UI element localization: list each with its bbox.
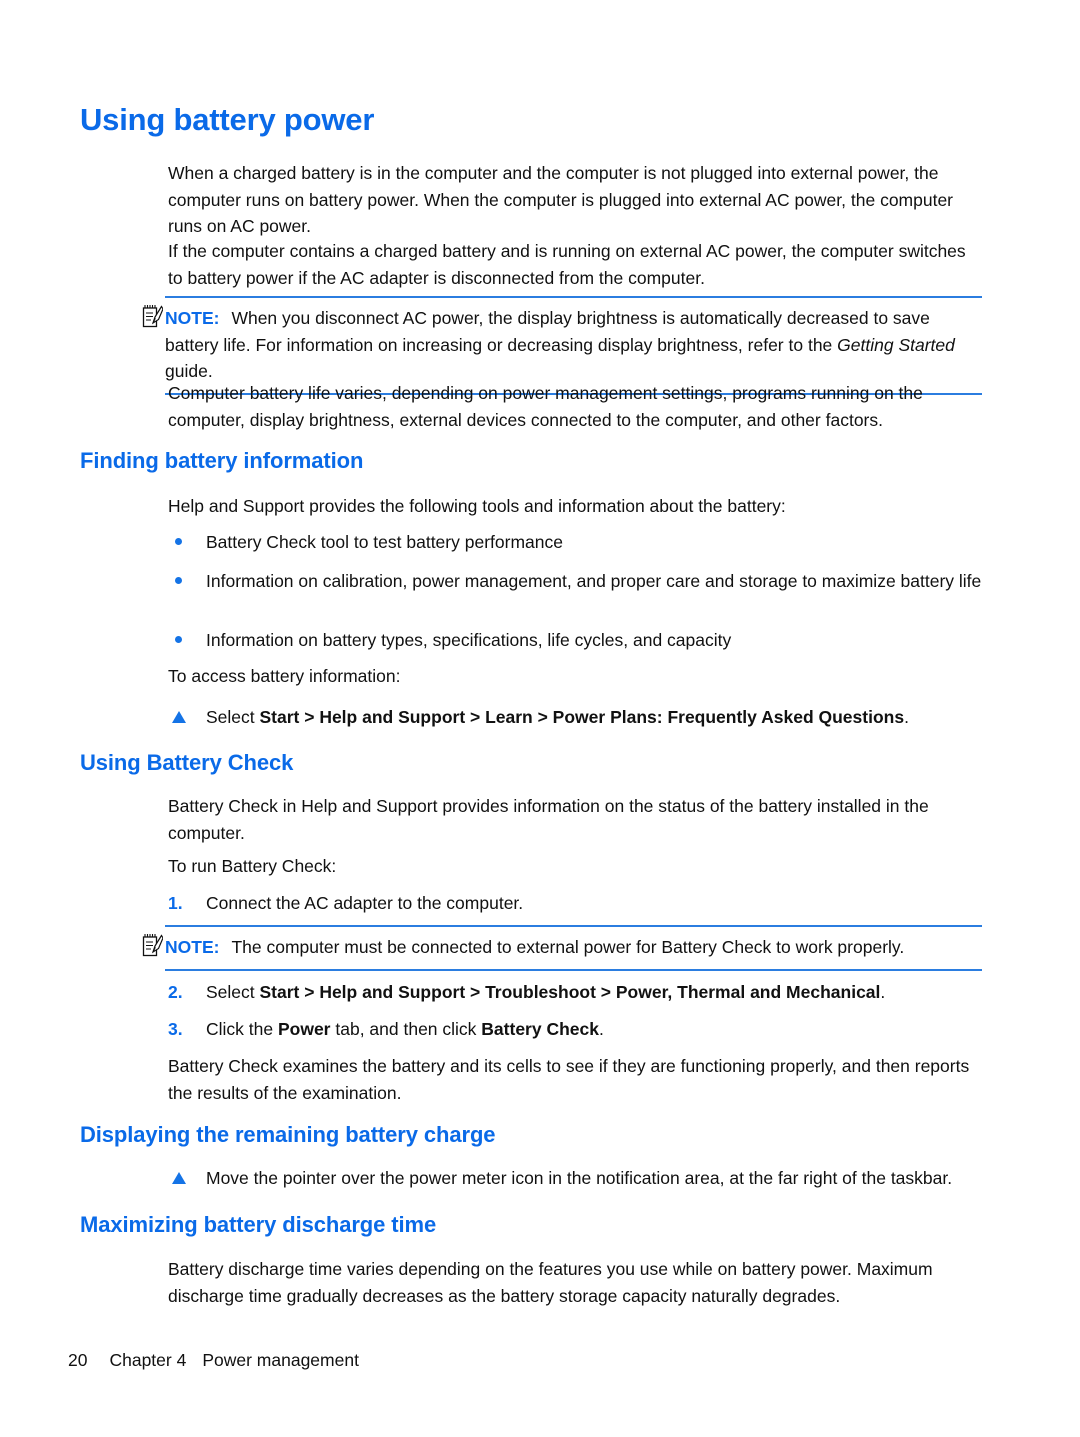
document-page: Using battery power When a charged batte… (0, 0, 1080, 1437)
step-number: 3. (168, 1019, 183, 1039)
step-text: Select Start > Help and Support > Learn … (168, 704, 988, 731)
triangle-bullet-icon (172, 711, 186, 723)
step-bold-path: Start > Help and Support > Troubleshoot … (259, 982, 881, 1002)
list-item: Information on battery types, specificat… (168, 627, 988, 654)
bullet-dot-icon (175, 577, 182, 584)
step-text: Move the pointer over the power meter ic… (206, 1168, 953, 1188)
list-item: Battery Check tool to test battery perfo… (168, 529, 988, 556)
step-triangle-power-meter: Move the pointer over the power meter ic… (168, 1165, 988, 1192)
note-rule-bottom (165, 968, 982, 971)
step-number: 2. (168, 982, 183, 1002)
battery-check-closing-paragraph: Battery Check examines the battery and i… (168, 1056, 970, 1103)
step-suffix: . (880, 982, 886, 1002)
step-bold-battery-check: Battery Check (481, 1019, 599, 1039)
page-title: Using battery power (80, 102, 375, 137)
note-label: NOTE: (165, 308, 220, 328)
finding-access-lead-in: To access battery information: (168, 666, 401, 686)
step-bold-path: Start > Help and Support > Learn > Power… (259, 707, 905, 727)
step-text: Connect the AC adapter to the computer. (206, 893, 524, 913)
note-box-2: NOTE: The computer must be connected to e… (142, 925, 982, 971)
step-mid: tab, and then click (330, 1019, 482, 1039)
heading-text: Displaying the remaining battery charge (80, 1122, 496, 1147)
maximizing-paragraph: Battery discharge time varies depending … (168, 1259, 933, 1306)
footer-chapter: Chapter 4 (109, 1350, 187, 1370)
list-item: Information on calibration, power manage… (168, 568, 988, 595)
battery-check-paragraph: Battery Check in Help and Support provid… (168, 796, 929, 843)
step-bold-power-tab: Power (277, 1019, 331, 1039)
intro-paragraph-3: Computer battery life varies, depending … (168, 383, 923, 430)
note-body: NOTE: The computer must be connected to e… (142, 927, 982, 969)
note-text-part-2: guide. (165, 361, 213, 381)
triangle-bullet-icon (172, 1172, 186, 1184)
note-label: NOTE: (165, 937, 220, 957)
bullet-dot-icon (175, 636, 182, 643)
note-pad-pencil-icon (142, 304, 164, 328)
section-heading-maximizing-discharge-time: Maximizing battery discharge time (80, 1212, 990, 1237)
step-prefix: Select (206, 707, 260, 727)
note-text: NOTE: When you disconnect AC power, the d… (142, 305, 982, 385)
footer-page-number: 20 (68, 1350, 88, 1370)
ordered-list-item-3: 3. Click the Power tab, and then click B… (168, 1016, 988, 1043)
heading-text: Using Battery Check (80, 750, 294, 775)
heading-text: Maximizing battery discharge time (80, 1212, 437, 1237)
step-text: Click the Power tab, and then click Batt… (168, 1016, 988, 1043)
step-text: Select Start > Help and Support > Troubl… (168, 979, 988, 1006)
note-text-part-1: When you disconnect AC power, the displa… (165, 308, 930, 355)
step-triangle-select-start: Select Start > Help and Support > Learn … (168, 704, 988, 731)
intro-paragraph-2: If the computer contains a charged batte… (168, 241, 966, 288)
battery-check-lead-in: To run Battery Check: (168, 856, 337, 876)
list-item-label: Information on calibration, power manage… (206, 571, 982, 591)
finding-lead-in: Help and Support provides the following … (168, 496, 786, 516)
step-suffix: . (904, 707, 909, 727)
section-heading-finding-battery-information: Finding battery information (80, 448, 990, 473)
note-pad-pencil-icon (142, 933, 164, 957)
note-italic-guide-name: Getting Started (837, 334, 955, 355)
heading-text: Finding battery information (80, 448, 364, 473)
note-text: NOTE: The computer must be connected to e… (142, 934, 982, 961)
ordered-list-item-2: 2. Select Start > Help and Support > Tro… (168, 979, 988, 1006)
step-prefix: Click the (206, 1019, 278, 1039)
list-item-label: Information on battery types, specificat… (206, 630, 732, 650)
note-body: NOTE: When you disconnect AC power, the d… (142, 298, 982, 393)
footer-chapter-title: Power management (202, 1350, 359, 1370)
note-text-body: The computer must be connected to extern… (231, 937, 905, 957)
bullet-dot-icon (175, 538, 182, 545)
step-prefix: Select (206, 982, 260, 1002)
intro-paragraph-1: When a charged battery is in the compute… (168, 163, 954, 236)
ordered-list-item-1: 1. Connect the AC adapter to the compute… (168, 890, 988, 917)
section-heading-using-battery-check: Using Battery Check (80, 750, 990, 775)
step-number: 1. (168, 893, 183, 913)
list-item-label: Battery Check tool to test battery perfo… (206, 532, 563, 552)
section-heading-displaying-remaining-charge: Displaying the remaining battery charge (80, 1122, 990, 1147)
page-footer: 20 Chapter 4 Power management (68, 1348, 359, 1372)
step-suffix: . (599, 1019, 604, 1039)
